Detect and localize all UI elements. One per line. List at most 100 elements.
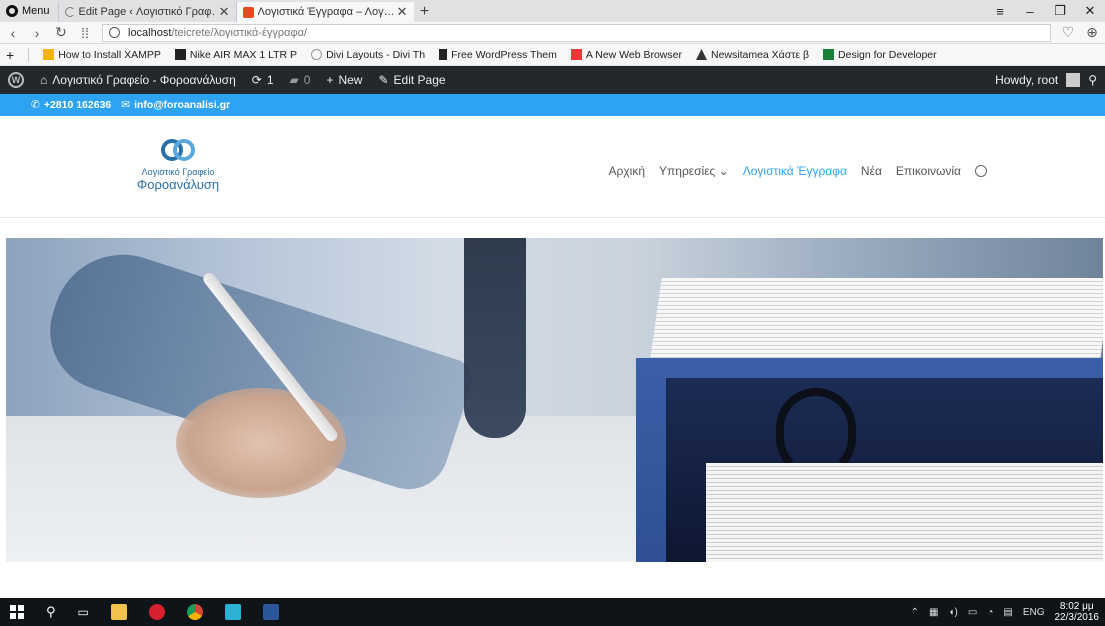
updates-icon: ⟳ bbox=[251, 73, 262, 87]
restore-icon[interactable]: ❐ bbox=[1045, 3, 1075, 19]
edit-page-label: Edit Page bbox=[393, 73, 446, 87]
wp-site-name[interactable]: ⌂ Λογιστικό Γραφείο - Φοροανάλυση bbox=[40, 73, 236, 87]
window-controls: ≡ – ❐ ✕ bbox=[985, 0, 1105, 22]
add-bookmark-icon[interactable]: + bbox=[6, 47, 14, 63]
tab-menu-icon[interactable]: ≡ bbox=[985, 4, 1015, 19]
nav-contact[interactable]: Επικοινωνία bbox=[896, 164, 961, 178]
nav-accounting-documents[interactable]: Λογιστικά Έγγραφα bbox=[743, 164, 847, 178]
tab-edit-page[interactable]: Edit Page ‹ Λογιστικό Γραφ… ✕ bbox=[57, 2, 236, 22]
file-explorer-icon[interactable] bbox=[110, 604, 127, 620]
language-indicator[interactable]: ENG bbox=[1023, 607, 1045, 618]
bookmark-item[interactable]: Free WordPress Them bbox=[439, 49, 557, 61]
updates-count: 1 bbox=[266, 73, 274, 87]
app-icon[interactable] bbox=[224, 604, 241, 620]
close-tab-icon[interactable]: ✕ bbox=[219, 4, 230, 20]
nav-home[interactable]: Αρχική bbox=[609, 164, 645, 178]
bookmark-item[interactable]: Design for Developer bbox=[823, 49, 937, 61]
windows-taskbar: ⚲ ▭ ⌃ ▦ ◖) ▭ ◔ ▤ ENG 8:02 μμ 22/3/2016 bbox=[0, 598, 1105, 626]
email-address: info@foroanalisi.gr bbox=[134, 99, 231, 111]
bookmark-item[interactable]: Divi Layouts - Divi Th bbox=[311, 49, 425, 61]
clock-date: 22/3/2016 bbox=[1054, 612, 1100, 623]
bookmark-label: A New Web Browser bbox=[585, 48, 682, 61]
bookmark-vivaldi-icon bbox=[570, 49, 582, 60]
dashboard-icon: ⌂ bbox=[40, 73, 48, 87]
comments-count: 0 bbox=[303, 73, 311, 87]
tab-logistika-eggrafa[interactable]: Λογιστικά Έγγραφα – Λογ… ✕ bbox=[235, 2, 414, 22]
new-tab-button[interactable]: + bbox=[414, 2, 436, 22]
divider bbox=[28, 47, 30, 62]
avatar[interactable] bbox=[1066, 73, 1081, 87]
bookmark-label: Design for Developer bbox=[838, 48, 937, 61]
loading-favicon-icon bbox=[64, 7, 75, 17]
bookmarks-bar: + How to Install XAMPP Nike AIR MAX 1 LT… bbox=[0, 44, 1105, 66]
howdy-user[interactable]: Howdy, root bbox=[995, 73, 1058, 87]
network-icon[interactable]: ▦ bbox=[929, 607, 938, 618]
site-search-icon[interactable] bbox=[975, 165, 987, 177]
notification-icon[interactable]: ▤ bbox=[1003, 607, 1012, 618]
hero-image bbox=[6, 238, 1103, 562]
wp-edit-page[interactable]: ✎ Edit Page bbox=[378, 73, 445, 87]
url-field[interactable]: localhost/teicrete/λογιστικά-έγγραφα/ bbox=[102, 23, 1051, 42]
download-icon[interactable]: ⊕ bbox=[1085, 24, 1099, 41]
speed-dial-icon[interactable]: ⁞⁞ bbox=[78, 25, 92, 41]
wp-updates[interactable]: ⟳ 1 bbox=[252, 73, 274, 87]
reload-icon[interactable]: ↻ bbox=[54, 24, 68, 41]
bookmark-label: How to Install XAMPP bbox=[58, 48, 161, 61]
bookmark-doc-icon bbox=[439, 49, 448, 60]
nav-services[interactable]: Υπηρεσίες ⌄ bbox=[659, 164, 729, 178]
email-contact[interactable]: ✉ info@foroanalisi.gr bbox=[121, 99, 230, 111]
cortana-search-icon[interactable]: ⚲ bbox=[46, 604, 56, 620]
battery-icon[interactable]: ▭ bbox=[968, 607, 977, 618]
wp-comments[interactable]: ▰ 0 bbox=[290, 73, 311, 87]
bookmark-item[interactable]: How to Install XAMPP bbox=[43, 49, 161, 61]
volume-icon[interactable]: ◖) bbox=[949, 607, 958, 618]
heart-bookmark-icon[interactable]: ♡ bbox=[1061, 24, 1075, 41]
bookmark-label: Divi Layouts - Divi Th bbox=[326, 48, 426, 61]
pencil-icon: ✎ bbox=[378, 73, 389, 87]
tab-title: Λογιστικά Έγγραφα – Λογ… bbox=[257, 6, 393, 18]
bookmark-label: Nike AIR MAX 1 LTR P bbox=[189, 48, 298, 61]
site-logo[interactable]: Λογιστικό Γραφείο Φοροανάλυση bbox=[128, 136, 228, 192]
windows-start-icon[interactable] bbox=[10, 605, 24, 619]
word-icon[interactable] bbox=[262, 604, 279, 620]
tab-title: Edit Page ‹ Λογιστικό Γραφ… bbox=[78, 6, 215, 18]
bookmark-item[interactable]: A New Web Browser bbox=[570, 48, 682, 61]
back-icon[interactable]: ‹ bbox=[6, 25, 20, 41]
plus-icon: + bbox=[326, 73, 334, 87]
bookmark-xampp-icon bbox=[43, 49, 55, 60]
bookmark-label: Newsitamea Χάστε β bbox=[710, 48, 810, 61]
opera-taskbar-icon[interactable] bbox=[148, 604, 165, 620]
comments-icon: ▰ bbox=[289, 73, 299, 87]
nav-news[interactable]: Νέα bbox=[861, 164, 882, 178]
opera-menu-button[interactable]: Menu bbox=[0, 0, 58, 22]
close-tab-icon[interactable]: ✕ bbox=[397, 4, 408, 20]
bookmark-10-icon bbox=[174, 49, 186, 60]
task-view-icon[interactable]: ▭ bbox=[78, 605, 89, 619]
main-navigation: Αρχική Υπηρεσίες ⌄ Λογιστικά Έγγραφα Νέα… bbox=[609, 164, 987, 178]
wordpress-logo-icon[interactable]: W bbox=[8, 72, 24, 88]
forward-icon[interactable]: › bbox=[30, 25, 44, 41]
logo-name: Φοροανάλυση bbox=[136, 177, 220, 192]
minimize-icon[interactable]: – bbox=[1015, 4, 1045, 19]
bookmark-label: Free WordPress Them bbox=[451, 48, 557, 61]
chrome-icon[interactable] bbox=[186, 604, 203, 620]
browser-tabstrip: Menu Edit Page ‹ Λογιστικό Γραφ… ✕ Λογισ… bbox=[0, 0, 1105, 22]
close-window-icon[interactable]: ✕ bbox=[1075, 3, 1105, 19]
bookmark-item[interactable]: Newsitamea Χάστε β bbox=[695, 48, 810, 61]
phone-contact[interactable]: ✆ +2810 162636 bbox=[31, 99, 111, 111]
site-favicon-icon bbox=[242, 6, 254, 18]
new-label: New bbox=[338, 73, 363, 87]
bookmark-divi-icon bbox=[311, 49, 323, 60]
wp-new[interactable]: + New bbox=[326, 73, 362, 87]
site-header: Λογιστικό Γραφείο Φοροανάλυση Αρχική Υπη… bbox=[0, 116, 1105, 218]
wifi-icon[interactable]: ◔ bbox=[987, 607, 993, 618]
bookmark-item[interactable]: Nike AIR MAX 1 LTR P bbox=[174, 48, 298, 61]
chevron-up-icon[interactable]: ⌃ bbox=[911, 607, 919, 618]
system-tray: ⌃ ▦ ◖) ▭ ◔ ▤ ENG 8:02 μμ 22/3/2016 bbox=[911, 598, 1099, 626]
logo-tagline: Λογιστικό Γραφείο bbox=[141, 167, 215, 177]
phone-number: +2810 162636 bbox=[43, 99, 112, 111]
bookmark-news-icon bbox=[695, 49, 707, 60]
wp-site-name-label: Λογιστικό Γραφείο - Φοροανάλυση bbox=[52, 73, 236, 87]
search-icon[interactable]: ⚲ bbox=[1088, 73, 1097, 87]
clock[interactable]: 8:02 μμ 22/3/2016 bbox=[1055, 601, 1100, 623]
